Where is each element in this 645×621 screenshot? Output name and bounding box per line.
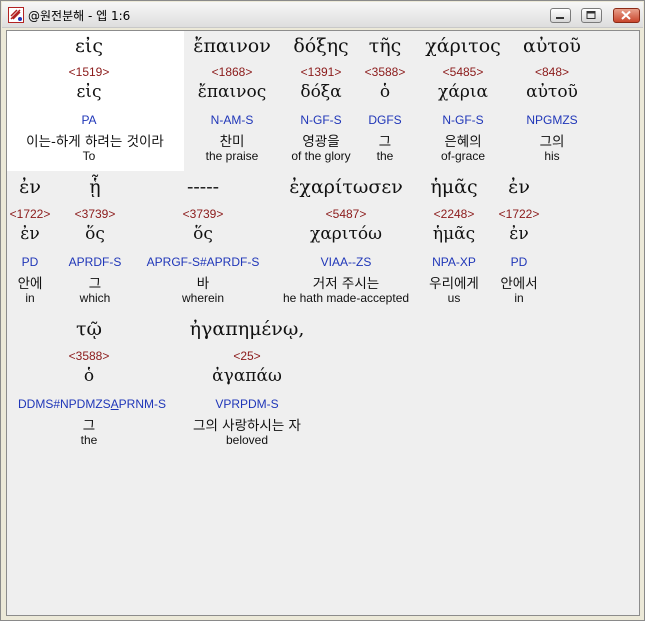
strong-number: <1391> bbox=[300, 65, 342, 79]
parsing-panel: εἰς <1519> εἰς PA 이는-하게 하려는 것이라 To ἔπαιν… bbox=[6, 30, 640, 616]
app-window: @원전분해 - 엡 1:6 εἰς <1519> εἰς PA 이는-하게 하려… bbox=[0, 0, 645, 621]
korean-gloss: 영광을 bbox=[302, 134, 340, 150]
english-gloss: us bbox=[447, 291, 461, 305]
lemma: αὐτοῦ bbox=[526, 82, 578, 102]
korean-gloss: 안에 bbox=[17, 276, 43, 292]
morph-code: PD bbox=[510, 255, 528, 269]
english-gloss: his bbox=[544, 149, 560, 163]
strong-number: <2248> bbox=[433, 207, 475, 221]
korean-gloss: 그 bbox=[88, 276, 102, 292]
morph-code: DGFS bbox=[368, 113, 402, 127]
english-gloss: beloved bbox=[225, 433, 269, 447]
greek-word: τῆς bbox=[368, 35, 402, 57]
greek-word: ----- bbox=[186, 176, 220, 198]
korean-gloss: 그의 사랑하시는 자 bbox=[193, 418, 301, 434]
morph-code: VIAA--ZS bbox=[320, 255, 372, 269]
lemma: ὁ bbox=[83, 366, 95, 386]
window-title: @원전분해 - 엡 1:6 bbox=[28, 9, 131, 23]
morph-code: N-GF-S bbox=[300, 113, 342, 127]
lemma: ἀγαπάω bbox=[212, 366, 282, 386]
korean-gloss: 바 bbox=[196, 276, 210, 292]
lemma: ὅς bbox=[85, 224, 105, 244]
lemma: χαριτόω bbox=[310, 224, 382, 244]
english-gloss: wherein bbox=[181, 291, 225, 305]
korean-gloss: 은혜의 bbox=[444, 134, 482, 150]
greek-word: ἐν bbox=[19, 176, 41, 198]
greek-word: δόξης bbox=[293, 35, 349, 57]
close-button[interactable] bbox=[613, 8, 640, 23]
lemma: ὁ bbox=[379, 82, 391, 102]
strong-number: <5487> bbox=[325, 207, 367, 221]
morph-code: APRGF-S#APRDF-S bbox=[146, 255, 260, 269]
morph-code: PD bbox=[21, 255, 39, 269]
greek-word: ἔπαινον bbox=[193, 35, 271, 57]
korean-gloss: 그 bbox=[378, 134, 392, 150]
english-gloss: To bbox=[82, 149, 96, 163]
english-gloss: the bbox=[376, 149, 394, 163]
strong-number: <25> bbox=[233, 349, 261, 363]
greek-word: χάριτος bbox=[425, 35, 501, 57]
korean-gloss: 안에서 bbox=[500, 276, 538, 292]
english-gloss: of the glory bbox=[291, 149, 351, 163]
morph-code: NPA-XP bbox=[432, 255, 476, 269]
greek-word: ἠγαπημένῳ, bbox=[189, 318, 305, 340]
lemma: ὅς bbox=[193, 224, 213, 244]
korean-gloss: 찬미 bbox=[219, 134, 245, 150]
lemma: ἐν bbox=[509, 224, 529, 244]
morph-code: DDMS#NPDMZSAPRNM-S bbox=[17, 397, 167, 411]
lemma: ἡμᾶς bbox=[432, 224, 476, 244]
strong-number: <3588> bbox=[68, 349, 110, 363]
strong-number: <1868> bbox=[211, 65, 253, 79]
korean-gloss: 이는-하게 하려는 것이라 bbox=[26, 134, 164, 150]
greek-word: ἡμᾶς bbox=[430, 176, 478, 198]
strong-number: <1722> bbox=[498, 207, 540, 221]
strong-number: <1722> bbox=[9, 207, 51, 221]
korean-gloss: 우리에게 bbox=[429, 276, 479, 292]
lemma: δόξα bbox=[300, 82, 342, 102]
korean-gloss: 그의 bbox=[539, 134, 565, 150]
lemma: ἔπαινος bbox=[197, 82, 267, 102]
strong-number: <3739> bbox=[74, 207, 116, 221]
lemma: χάρια bbox=[438, 82, 488, 102]
greek-word: ᾗ bbox=[89, 176, 101, 198]
strong-number: <1519> bbox=[68, 65, 110, 79]
strong-number: <3588> bbox=[364, 65, 406, 79]
app-logo-icon bbox=[8, 7, 24, 23]
strong-number: <5485> bbox=[442, 65, 484, 79]
lemma: ἐν bbox=[20, 224, 40, 244]
greek-word: ἐν bbox=[508, 176, 530, 198]
morph-code: N-AM-S bbox=[210, 113, 254, 127]
morph-code: PA bbox=[81, 113, 97, 127]
korean-gloss: 그 bbox=[82, 418, 96, 434]
morph-code: NPGMZS bbox=[526, 113, 578, 127]
english-gloss: in bbox=[25, 291, 35, 305]
morph-code: APRDF-S bbox=[68, 255, 122, 269]
english-gloss: the praise bbox=[205, 149, 259, 163]
title-bar[interactable]: @원전분해 - 엡 1:6 bbox=[2, 2, 643, 28]
morph-code: N-GF-S bbox=[442, 113, 484, 127]
lemma: εἰς bbox=[76, 82, 102, 102]
english-gloss: of-grace bbox=[440, 149, 486, 163]
strong-number: <3739> bbox=[182, 207, 224, 221]
maximize-button[interactable] bbox=[581, 8, 602, 23]
morph-code: VPRPDM-S bbox=[215, 397, 279, 411]
greek-word: τῷ bbox=[75, 318, 103, 340]
korean-gloss: 거저 주시는 bbox=[312, 276, 380, 292]
english-gloss: the bbox=[80, 433, 98, 447]
english-gloss: which bbox=[79, 291, 111, 305]
minimize-button[interactable] bbox=[550, 8, 571, 23]
strong-number: <848> bbox=[534, 65, 570, 79]
greek-word: αὐτοῦ bbox=[523, 35, 581, 57]
english-gloss: he hath made-accepted bbox=[282, 291, 410, 305]
greek-word: εἰς bbox=[75, 35, 103, 57]
greek-word: ἐχαρίτωσεν bbox=[289, 176, 403, 198]
english-gloss: in bbox=[514, 291, 524, 305]
